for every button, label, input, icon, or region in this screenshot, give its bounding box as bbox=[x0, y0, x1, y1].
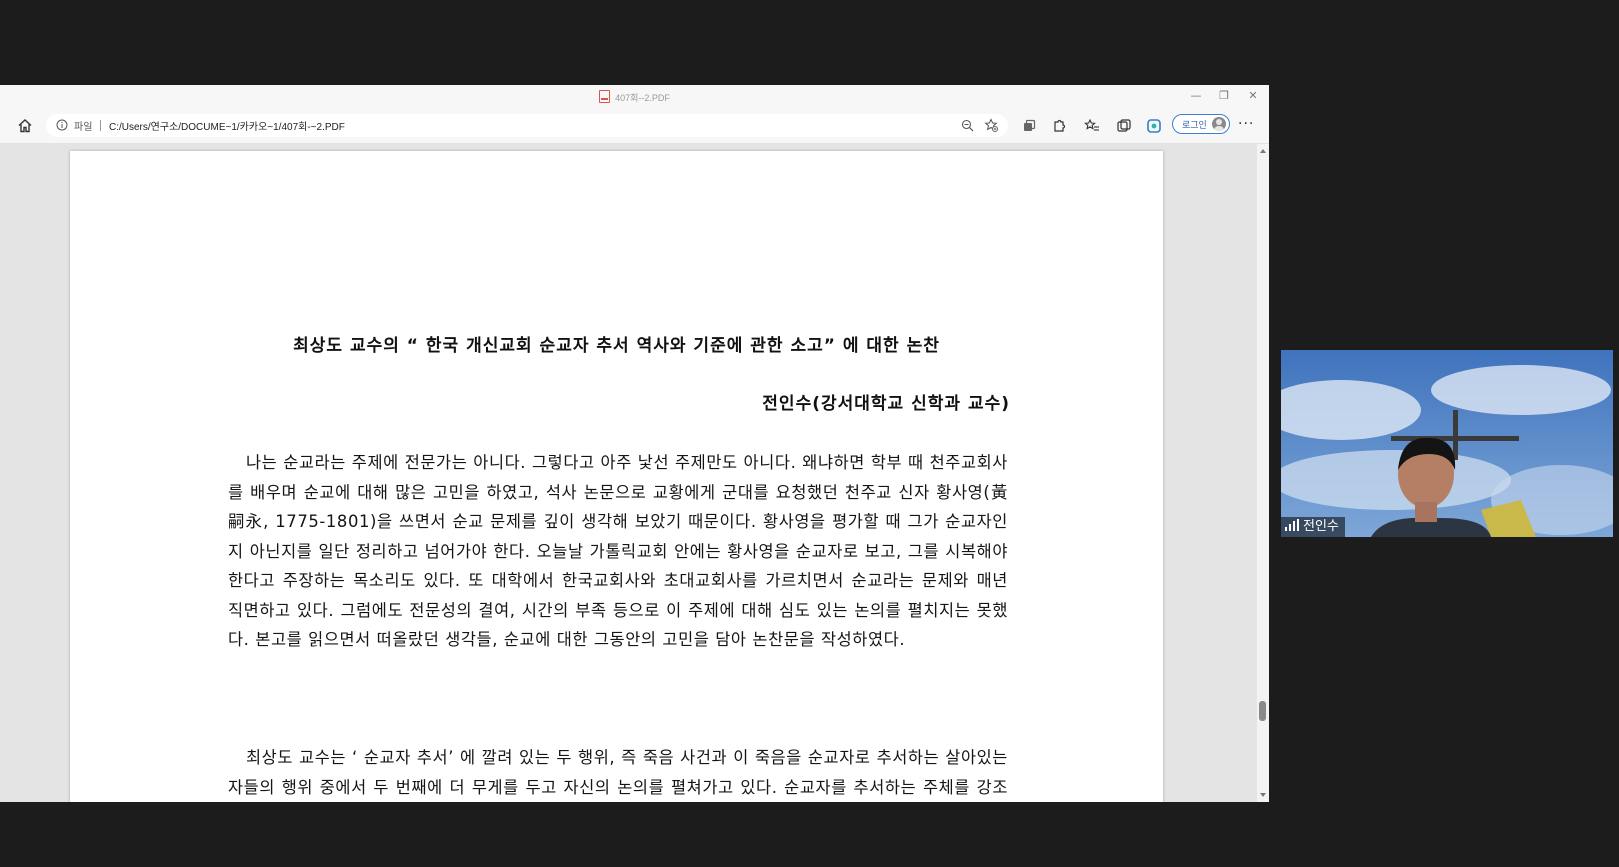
participant-name-tag: 전인수 bbox=[1281, 517, 1345, 537]
browser-toolbar: 파일 C:/Users/연구소/DOCUME~1/카카오~1/407회-~2.P… bbox=[0, 109, 1269, 144]
extensions-icon[interactable] bbox=[1050, 117, 1068, 135]
body-paragraph: 최상도 교수는 ‘ 순교자 추서’ 에 깔려 있는 두 행위, 즉 죽음 사건과… bbox=[228, 748, 1008, 797]
url-text[interactable]: C:/Users/연구소/DOCUME~1/카카오~1/407회-~2.PDF bbox=[109, 118, 345, 133]
home-icon[interactable] bbox=[16, 117, 34, 135]
participant-video[interactable]: 전인수 bbox=[1281, 350, 1613, 537]
copilot-icon[interactable] bbox=[1145, 117, 1163, 135]
minimize-button[interactable]: — bbox=[1183, 87, 1209, 105]
info-icon[interactable] bbox=[56, 119, 68, 131]
signal-strength-icon bbox=[1285, 519, 1299, 531]
body-paragraph: 나는 순교라는 주제에 전문가는 아니다. 그렇다고 아주 낯선 주제만도 아니… bbox=[228, 453, 1008, 649]
collections-icon[interactable] bbox=[1020, 117, 1038, 135]
document-title: 최상도 교수의 “ 한국 개신교회 순교자 추서 역사와 기준에 관한 소고” … bbox=[293, 336, 940, 356]
add-favorite-icon[interactable] bbox=[984, 118, 998, 132]
title-bar: 407회--2.PDF — ❐ ✕ bbox=[0, 85, 1269, 109]
pdf-file-icon bbox=[599, 90, 611, 103]
window-title-text: 407회--2.PDF bbox=[615, 93, 670, 103]
document-author: 전인수(강서대학교 신학과 교수) bbox=[762, 394, 1010, 414]
address-separator bbox=[100, 120, 101, 131]
favorites-icon[interactable] bbox=[1083, 117, 1101, 135]
window-title: 407회--2.PDF bbox=[0, 90, 1269, 104]
address-bar[interactable]: 파일 C:/Users/연구소/DOCUME~1/카카오~1/407회-~2.P… bbox=[46, 114, 1008, 137]
video-feed-image bbox=[1281, 350, 1613, 537]
vertical-scrollbar[interactable] bbox=[1257, 144, 1269, 802]
zoom-out-icon[interactable] bbox=[961, 119, 974, 132]
login-button[interactable]: 로그인 bbox=[1172, 114, 1230, 134]
restore-button[interactable]: ❐ bbox=[1211, 87, 1237, 105]
participant-name: 전인수 bbox=[1303, 519, 1339, 534]
pdf-page: 최상도 교수의 “ 한국 개신교회 순교자 추서 역사와 기준에 관한 소고” … bbox=[70, 151, 1163, 802]
scrollbar-thumb[interactable] bbox=[1259, 701, 1266, 721]
scroll-down-arrow-icon[interactable] bbox=[1260, 793, 1266, 797]
pdf-viewport[interactable]: 최상도 교수의 “ 한국 개신교회 순교자 추서 역사와 기준에 관한 소고” … bbox=[0, 144, 1257, 802]
tab-collections-icon[interactable] bbox=[1115, 117, 1133, 135]
profile-avatar-icon bbox=[1212, 117, 1226, 131]
close-button[interactable]: ✕ bbox=[1240, 87, 1266, 105]
more-menu-button[interactable]: ··· bbox=[1238, 116, 1254, 132]
scroll-up-arrow-icon[interactable] bbox=[1260, 149, 1266, 153]
scheme-label: 파일 bbox=[74, 122, 93, 133]
login-label: 로그인 bbox=[1182, 120, 1207, 130]
browser-window: 407회--2.PDF — ❐ ✕ 파일 C:/Users/연구소/DOCUME… bbox=[0, 85, 1269, 802]
